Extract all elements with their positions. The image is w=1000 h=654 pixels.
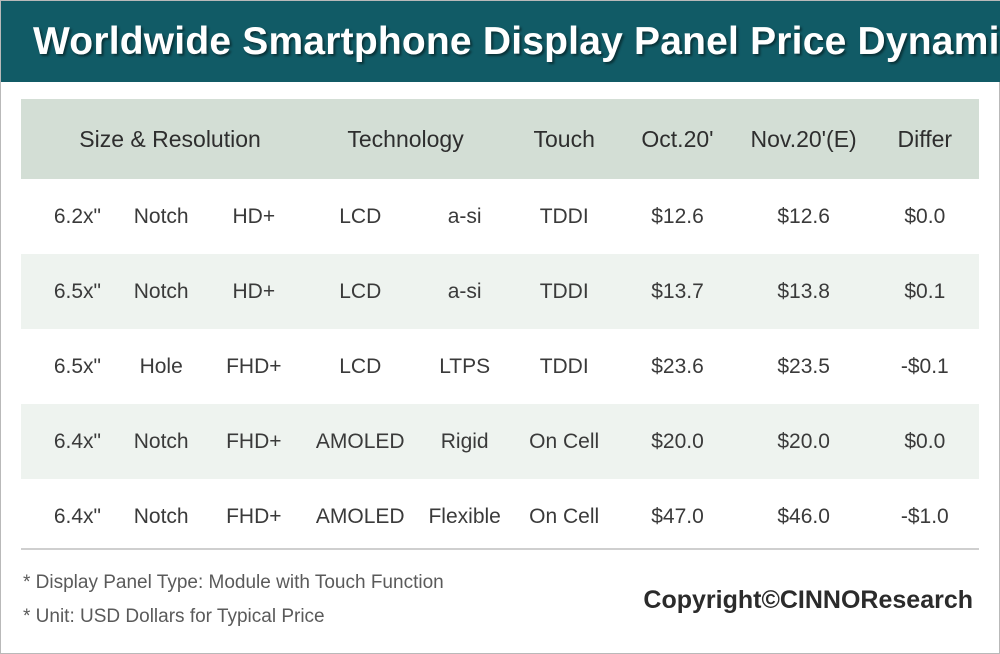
cell-resolution: HD+ <box>232 204 276 228</box>
cell-cutout: Hole <box>139 354 183 378</box>
cell-nov-price: $13.8 <box>777 279 830 303</box>
cell-nov-price: $46.0 <box>777 504 830 528</box>
table-row: 6.4x" Notch FHD+ AMOLED Flexible On Cell… <box>21 479 979 554</box>
cell-oct-price: $20.0 <box>651 429 704 453</box>
column-header-size-resolution: Size & Resolution <box>79 125 261 152</box>
cell-size: 6.4x" <box>53 504 101 528</box>
cell-size: 6.5x" <box>53 279 101 303</box>
column-header-technology: Technology <box>347 125 464 152</box>
price-table-infographic: Worldwide Smartphone Display Panel Price… <box>0 0 1000 654</box>
cell-size: 6.5x" <box>53 354 101 378</box>
cell-panel: AMOLED <box>315 429 405 453</box>
cell-nov-price: $20.0 <box>777 429 830 453</box>
cell-oct-price: $47.0 <box>651 504 704 528</box>
cell-oct-price: $12.6 <box>651 204 704 228</box>
title-bar: Worldwide Smartphone Display Panel Price… <box>1 1 1000 82</box>
table-header-row: Size & Resolution Technology Touch Oct.2… <box>21 99 979 179</box>
cell-resolution: FHD+ <box>226 429 282 453</box>
cell-panel: AMOLED <box>315 504 405 528</box>
cell-resolution: FHD+ <box>226 504 282 528</box>
cell-touch: On Cell <box>529 429 600 453</box>
cell-resolution: FHD+ <box>226 354 282 378</box>
page-title: Worldwide Smartphone Display Panel Price… <box>33 19 1000 63</box>
table-row: 6.4x" Notch FHD+ AMOLED Rigid On Cell $2… <box>21 404 979 479</box>
footnote-panel-type: * Display Panel Type: Module with Touch … <box>23 572 444 593</box>
cell-touch: On Cell <box>529 504 600 528</box>
cell-backplane: Flexible <box>428 504 501 528</box>
table-row: 6.5x" Notch HD+ LCD a-si TDDI $13.7 $13.… <box>21 254 979 329</box>
cell-differ: $0.1 <box>904 279 946 303</box>
cell-touch: TDDI <box>539 279 589 303</box>
cell-backplane: a-si <box>447 204 482 228</box>
cell-backplane: LTPS <box>439 354 491 378</box>
footer: * Display Panel Type: Module with Touch … <box>1 550 1000 654</box>
cell-differ: -$0.1 <box>900 354 949 378</box>
cell-backplane: a-si <box>447 279 482 303</box>
column-header-nov: Nov.20'(E) <box>750 125 857 152</box>
cell-cutout: Notch <box>133 429 189 453</box>
cell-resolution: HD+ <box>232 279 276 303</box>
column-header-oct: Oct.20' <box>641 125 714 152</box>
cell-differ: $0.0 <box>904 429 946 453</box>
cell-panel: LCD <box>339 204 382 228</box>
cell-cutout: Notch <box>133 204 189 228</box>
cell-size: 6.4x" <box>53 429 101 453</box>
column-header-touch: Touch <box>533 125 595 152</box>
table-row: 6.5x" Hole FHD+ LCD LTPS TDDI $23.6 $23.… <box>21 329 979 404</box>
cell-panel: LCD <box>339 279 382 303</box>
cell-panel: LCD <box>339 354 382 378</box>
cell-cutout: Notch <box>133 279 189 303</box>
cell-oct-price: $13.7 <box>651 279 704 303</box>
column-header-differ: Differ <box>897 125 953 152</box>
cell-backplane: Rigid <box>440 429 489 453</box>
table-row: 6.2x" Notch HD+ LCD a-si TDDI $12.6 $12.… <box>21 179 979 254</box>
cell-touch: TDDI <box>539 354 589 378</box>
cell-oct-price: $23.6 <box>651 354 704 378</box>
cell-nov-price: $12.6 <box>777 204 830 228</box>
cell-size: 6.2x" <box>53 204 101 228</box>
cell-nov-price: $23.5 <box>777 354 830 378</box>
price-table: Size & Resolution Technology Touch Oct.2… <box>21 99 979 554</box>
copyright-label: Copyright©CINNOResearch <box>643 586 973 614</box>
footnote-unit: * Unit: USD Dollars for Typical Price <box>23 606 325 627</box>
cell-differ: $0.0 <box>904 204 946 228</box>
cell-touch: TDDI <box>539 204 589 228</box>
cell-cutout: Notch <box>133 504 189 528</box>
cell-differ: -$1.0 <box>900 504 949 528</box>
